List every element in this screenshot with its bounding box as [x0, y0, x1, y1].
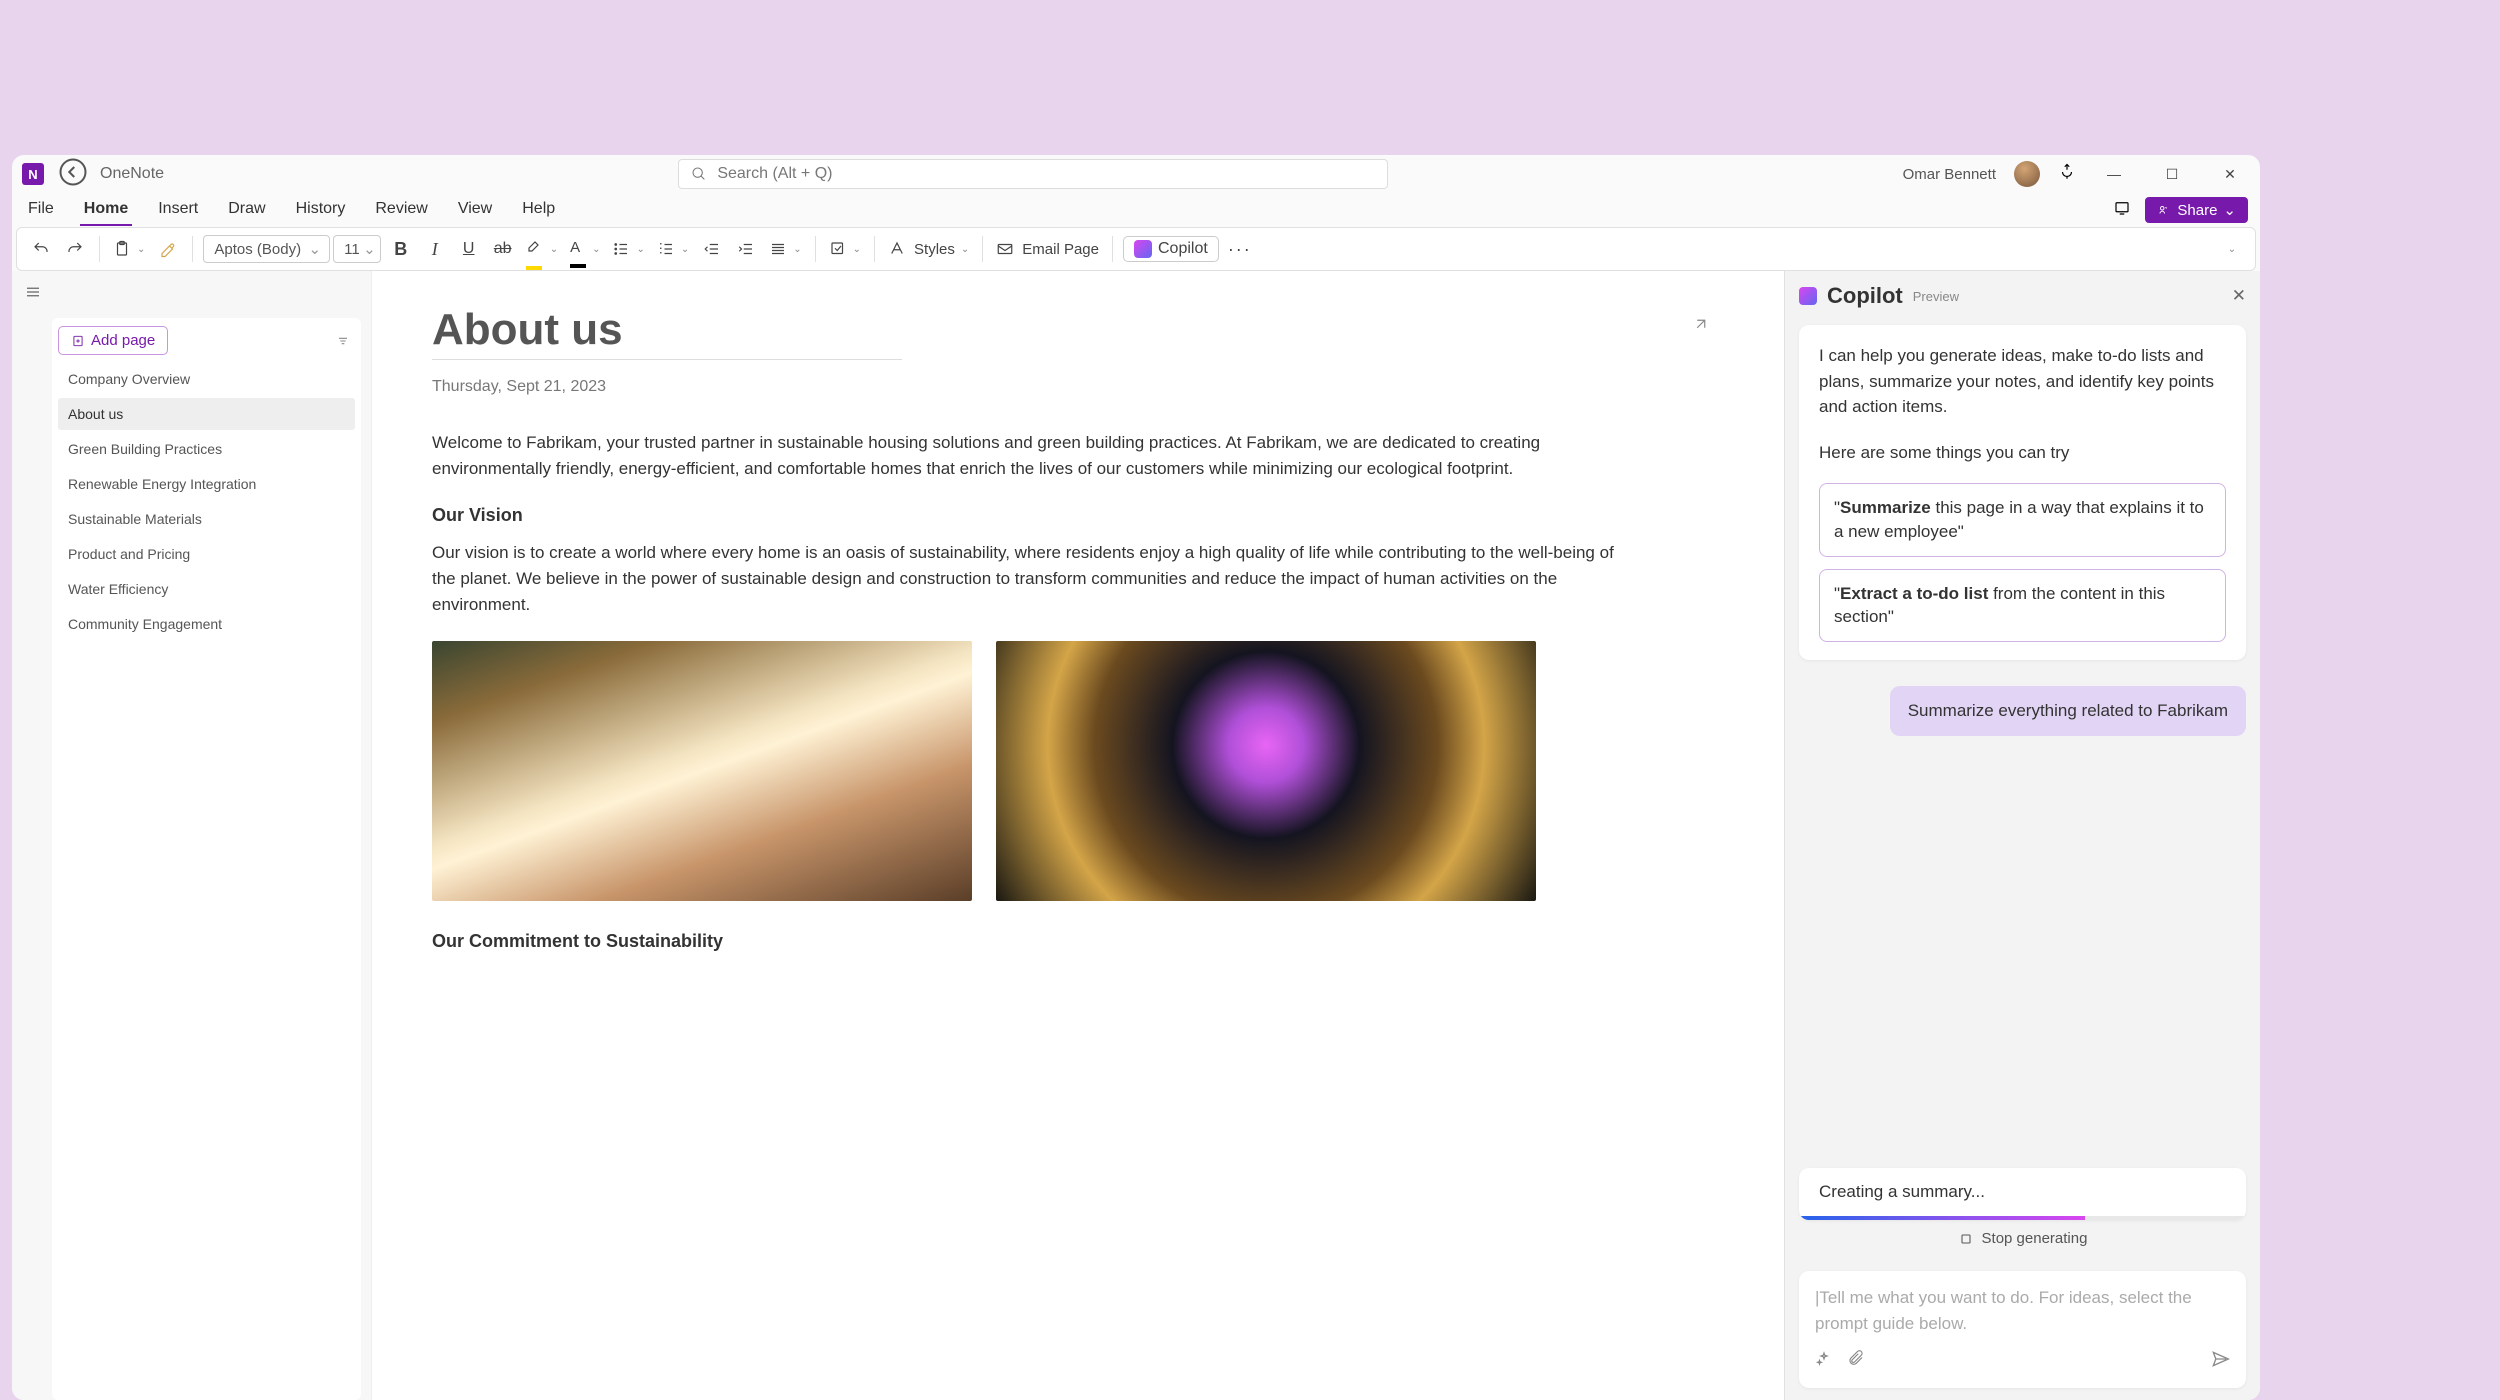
- copilot-icon: [1799, 287, 1817, 305]
- heading-vision[interactable]: Our Vision: [432, 505, 1724, 526]
- share-button[interactable]: Share ⌄: [2145, 197, 2248, 223]
- image-placeholder[interactable]: [432, 641, 972, 901]
- sort-icon[interactable]: [335, 333, 351, 354]
- mic-icon[interactable]: [2058, 163, 2076, 186]
- copilot-icon: [1134, 240, 1152, 258]
- page-item[interactable]: Water Efficiency: [58, 573, 355, 605]
- back-button[interactable]: [58, 157, 88, 192]
- page-item[interactable]: Renewable Energy Integration: [58, 468, 355, 500]
- tab-draw[interactable]: Draw: [224, 194, 269, 226]
- input-placeholder: |Tell me what you want to do. For ideas,…: [1815, 1285, 2230, 1339]
- undo-button[interactable]: [27, 234, 55, 264]
- copilot-suggestion[interactable]: "Extract a to-do list from the content i…: [1819, 569, 2226, 643]
- page-date: Thursday, Sept 21, 2023: [432, 378, 1724, 396]
- copilot-intro-card: I can help you generate ideas, make to-d…: [1799, 325, 2246, 660]
- present-icon[interactable]: [2113, 199, 2131, 222]
- tab-review[interactable]: Review: [371, 194, 431, 226]
- heading-commitment[interactable]: Our Commitment to Sustainability: [432, 931, 1724, 952]
- tab-file[interactable]: File: [24, 194, 58, 226]
- close-icon[interactable]: ✕: [2232, 286, 2246, 306]
- close-button[interactable]: ✕: [2210, 166, 2250, 183]
- page-item[interactable]: Sustainable Materials: [58, 503, 355, 535]
- page-item[interactable]: About us: [58, 398, 355, 430]
- outdent-button[interactable]: [698, 234, 726, 264]
- status-text: Creating a summary...: [1819, 1182, 2226, 1202]
- app-icon: N: [22, 163, 44, 185]
- add-page-button[interactable]: Add page: [58, 326, 168, 355]
- copilot-ribbon-button[interactable]: Copilot: [1123, 236, 1219, 262]
- sparkle-icon[interactable]: [1815, 1350, 1833, 1373]
- underline-button[interactable]: U: [455, 234, 483, 264]
- page-title[interactable]: About us: [432, 305, 1724, 355]
- tab-insert[interactable]: Insert: [154, 194, 202, 226]
- format-painter-button[interactable]: [154, 234, 182, 264]
- search-placeholder: Search (Alt + Q): [717, 165, 832, 183]
- copilot-title: Copilot: [1827, 283, 1903, 309]
- title-underline: [432, 359, 902, 360]
- maximize-button[interactable]: ☐: [2152, 166, 2192, 183]
- font-size-select[interactable]: 11: [333, 235, 381, 263]
- numbering-button[interactable]: ⌄: [654, 234, 692, 264]
- copilot-header: Copilot Preview ✕: [1799, 283, 2246, 309]
- styles-button[interactable]: Styles⌄: [885, 234, 972, 264]
- indent-button[interactable]: [732, 234, 760, 264]
- copilot-intro-text: I can help you generate ideas, make to-d…: [1819, 343, 2226, 420]
- redo-button[interactable]: [61, 234, 89, 264]
- font-color-button[interactable]: A⌄: [567, 234, 603, 264]
- tag-button[interactable]: ⌄: [826, 234, 864, 264]
- tab-history[interactable]: History: [292, 194, 350, 226]
- hamburger-icon[interactable]: [12, 279, 371, 310]
- app-window: N OneNote Search (Alt + Q) Omar Bennett …: [12, 155, 2260, 1400]
- collapse-ribbon-button[interactable]: ⌄: [2217, 234, 2245, 264]
- paragraph[interactable]: Welcome to Fabrikam, your trusted partne…: [432, 430, 1622, 483]
- avatar[interactable]: [2014, 161, 2040, 187]
- tab-view[interactable]: View: [454, 194, 496, 226]
- copilot-try-text: Here are some things you can try: [1819, 440, 2226, 466]
- search-icon: [691, 166, 707, 182]
- tab-home[interactable]: Home: [80, 194, 132, 226]
- bullets-button[interactable]: ⌄: [609, 234, 647, 264]
- stop-generating-button[interactable]: Stop generating: [1799, 1220, 2246, 1257]
- search-input[interactable]: Search (Alt + Q): [678, 159, 1388, 189]
- paragraph[interactable]: Our vision is to create a world where ev…: [432, 540, 1622, 619]
- image-placeholder[interactable]: [996, 641, 1536, 901]
- expand-icon[interactable]: [1692, 315, 1710, 338]
- italic-button[interactable]: I: [421, 234, 449, 264]
- note-canvas[interactable]: Search notebooks About us Thursday, Sept…: [372, 271, 1784, 1400]
- toolbar: ⌄ Aptos (Body) 11 B I U ab ⌄ A⌄ ⌄ ⌄ ⌄ ⌄ …: [16, 227, 2256, 271]
- copilot-input[interactable]: |Tell me what you want to do. For ideas,…: [1799, 1271, 2246, 1388]
- image-row: [432, 641, 1724, 901]
- minimize-button[interactable]: —: [2094, 166, 2134, 182]
- email-page-button[interactable]: Email Page: [993, 234, 1102, 264]
- page-item[interactable]: Product and Pricing: [58, 538, 355, 570]
- attach-icon[interactable]: [1847, 1350, 1865, 1373]
- copilot-pane: Copilot Preview ✕ I can help you generat…: [1784, 271, 2260, 1400]
- copilot-preview-badge: Preview: [1913, 289, 1959, 304]
- overflow-button[interactable]: ···: [1225, 234, 1255, 264]
- bold-button[interactable]: B: [387, 234, 415, 264]
- user-message: Summarize everything related to Fabrikam: [1890, 686, 2246, 736]
- titlebar-right: Omar Bennett — ☐ ✕: [1903, 161, 2250, 187]
- ribbon-tabs: File Home Insert Draw History Review Vie…: [12, 193, 2260, 227]
- content-area: Add page Company Overview About us Green…: [12, 271, 2260, 1400]
- pages-panel: Add page Company Overview About us Green…: [12, 271, 372, 1400]
- font-select[interactable]: Aptos (Body): [203, 235, 330, 263]
- strikethrough-button[interactable]: ab: [489, 234, 517, 264]
- titlebar: N OneNote Search (Alt + Q) Omar Bennett …: [12, 155, 2260, 193]
- align-button[interactable]: ⌄: [766, 234, 804, 264]
- app-name: OneNote: [100, 165, 164, 183]
- copilot-suggestion[interactable]: "Summarize this page in a way that expla…: [1819, 483, 2226, 557]
- stop-icon: [1958, 1231, 1974, 1247]
- highlight-button[interactable]: ⌄: [523, 234, 561, 264]
- page-item[interactable]: Green Building Practices: [58, 433, 355, 465]
- copilot-status-card: Creating a summary...: [1799, 1168, 2246, 1220]
- user-name: Omar Bennett: [1903, 166, 1996, 183]
- page-item[interactable]: Company Overview: [58, 363, 355, 395]
- paste-button[interactable]: ⌄: [110, 234, 148, 264]
- send-icon[interactable]: [2210, 1349, 2230, 1374]
- page-item[interactable]: Community Engagement: [58, 608, 355, 640]
- share-label: Share: [2177, 202, 2217, 219]
- tab-help[interactable]: Help: [518, 194, 559, 226]
